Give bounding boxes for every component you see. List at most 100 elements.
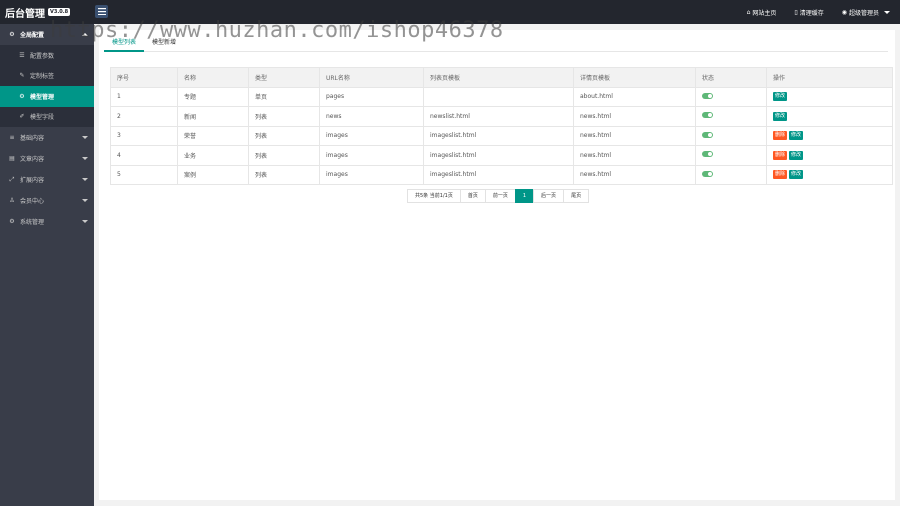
- app-title: 后台管理: [5, 8, 45, 20]
- table-header-row: 序号 名称 类型 URL名称 列表页模板 详情页模板 状态 操作: [110, 67, 893, 88]
- cell-status: [695, 164, 767, 185]
- version-badge: V3.0.8: [48, 8, 71, 16]
- next-page-button[interactable]: 后一页: [533, 189, 565, 203]
- cell-index: 3: [110, 125, 178, 146]
- cell-name: 专题: [177, 86, 249, 107]
- menu-toggle-button[interactable]: [95, 5, 108, 18]
- sidebar-item-system-manage[interactable]: ⚙ 系统管理: [0, 211, 94, 232]
- main-area: 模型列表 模型新增 序号 名称 类型 URL名称 列表页模板 详情页模板 状态 …: [94, 24, 900, 506]
- status-toggle[interactable]: [702, 151, 713, 158]
- cell-url: news: [319, 106, 424, 127]
- list-icon: ≡: [9, 134, 15, 141]
- chevron-down-icon: [82, 136, 88, 139]
- logo[interactable]: 后台管理 V3.0.8: [0, 0, 94, 24]
- cell-url: images: [319, 164, 424, 185]
- content-card: 模型列表 模型新增 序号 名称 类型 URL名称 列表页模板 详情页模板 状态 …: [99, 30, 895, 500]
- col-header-index: 序号: [110, 67, 178, 88]
- cell-list-template: imageslist.html: [423, 164, 574, 185]
- cog-icon: ⚙: [19, 92, 25, 100]
- tab-model-list[interactable]: 模型列表: [104, 36, 145, 52]
- expand-icon: ⤢: [9, 175, 15, 183]
- cell-list-template: [423, 86, 574, 107]
- sidebar-item-label: 基础内容: [20, 135, 45, 142]
- cell-url: pages: [319, 86, 424, 107]
- cell-actions: 修改: [766, 86, 893, 107]
- col-header-name: 名称: [177, 67, 249, 88]
- status-toggle[interactable]: [702, 131, 713, 138]
- tab-model-add[interactable]: 模型新增: [144, 36, 184, 52]
- cell-type: 单页: [248, 86, 320, 107]
- sidebar-item-extended-content[interactable]: ⤢ 扩展内容: [0, 169, 94, 190]
- cell-type: 列表: [248, 106, 320, 127]
- status-toggle[interactable]: [702, 92, 713, 99]
- current-page-button[interactable]: 1: [514, 189, 535, 203]
- edit-button[interactable]: 修改: [773, 111, 788, 121]
- gear-icon: ⚙: [9, 218, 15, 225]
- cell-index: 1: [110, 86, 178, 107]
- cell-index: 2: [110, 106, 178, 127]
- delete-button[interactable]: 删除: [773, 131, 788, 141]
- sidebar-item-article-content[interactable]: ▤ 文章内容: [0, 148, 94, 169]
- cell-list-template: newslist.html: [423, 106, 574, 127]
- user-icon: ◉: [841, 8, 847, 16]
- edit-button[interactable]: 修改: [789, 131, 804, 141]
- col-header-actions: 操作: [766, 67, 893, 88]
- table-row: 5 案例 列表 images imageslist.html news.html…: [110, 164, 893, 185]
- cell-url: images: [319, 145, 424, 166]
- sidebar-item-model-fields[interactable]: ✐ 模型字段: [0, 107, 94, 128]
- admin-user-menu[interactable]: ◉ 超级管理员: [842, 8, 890, 17]
- cell-actions: 删除 修改: [766, 164, 893, 185]
- sidebar-item-basic-content[interactable]: ≡ 基础内容: [0, 127, 94, 148]
- table-row: 1 专题 单页 pages about.html 修改: [110, 86, 893, 107]
- cell-detail-template: news.html: [573, 125, 696, 146]
- cell-name: 新闻: [177, 106, 249, 127]
- sliders-icon: ☰: [19, 51, 25, 59]
- wrench-icon: ✎: [19, 72, 25, 80]
- delete-button[interactable]: 删除: [773, 150, 788, 160]
- cell-list-template: imageslist.html: [423, 125, 574, 146]
- status-toggle[interactable]: [702, 112, 713, 119]
- cell-detail-template: news.html: [573, 164, 696, 185]
- sidebar-submenu: ☰ 配置参数 ✎ 定制标签 ⚙ 模型管理 ✐ 模型字段: [0, 45, 94, 127]
- cell-detail-template: news.html: [573, 106, 696, 127]
- sidebar-item-member-center[interactable]: ♙ 会员中心: [0, 190, 94, 211]
- table-row: 3 荣誉 列表 images imageslist.html news.html…: [110, 125, 893, 146]
- chevron-down-icon: [82, 220, 88, 223]
- edit-button[interactable]: 修改: [789, 170, 804, 180]
- first-page-button[interactable]: 首页: [459, 189, 486, 203]
- table-row: 4 业务 列表 images imageslist.html news.html…: [110, 145, 893, 166]
- site-home-link[interactable]: ⌂ 网站主页: [747, 8, 777, 17]
- trash-icon: ▯: [794, 8, 798, 16]
- table-row: 2 新闻 列表 news newslist.html news.html 修改: [110, 106, 893, 127]
- sidebar-item-label: 会员中心: [20, 198, 45, 205]
- edit-button[interactable]: 修改: [773, 92, 788, 102]
- delete-button[interactable]: 删除: [773, 170, 788, 180]
- edit-icon: ✐: [19, 113, 25, 121]
- sidebar-item-config-params[interactable]: ☰ 配置参数: [0, 45, 94, 66]
- gear-icon: ⚙: [9, 31, 15, 38]
- cell-actions: 删除 修改: [766, 145, 893, 166]
- sidebar: ⚙ 全局配置 ☰ 配置参数 ✎ 定制标签 ⚙ 模型管理 ✐ 模型字段 ≡ 基础内…: [0, 24, 94, 506]
- clear-cache-label: 清理缓存: [799, 9, 824, 17]
- clear-cache-link[interactable]: ▯ 清理缓存: [794, 8, 823, 17]
- home-icon: ⌂: [746, 8, 751, 16]
- status-toggle[interactable]: [702, 170, 713, 177]
- sidebar-group-global-config[interactable]: ⚙ 全局配置: [0, 24, 94, 45]
- last-page-button[interactable]: 尾页: [563, 189, 590, 203]
- sidebar-item-model-manage[interactable]: ⚙ 模型管理: [0, 86, 94, 107]
- cell-status: [695, 106, 767, 127]
- col-header-detail-template: 详情页模板: [573, 67, 696, 88]
- sidebar-item-label: 模型字段: [30, 114, 55, 122]
- sidebar-item-custom-tags[interactable]: ✎ 定制标签: [0, 66, 94, 87]
- col-header-status: 状态: [695, 67, 767, 88]
- cell-detail-template: about.html: [573, 86, 696, 107]
- prev-page-button[interactable]: 前一页: [484, 189, 516, 203]
- chevron-down-icon: [82, 199, 88, 202]
- cell-status: [695, 145, 767, 166]
- cell-detail-template: news.html: [573, 145, 696, 166]
- sidebar-item-label: 定制标签: [30, 73, 55, 81]
- edit-button[interactable]: 修改: [789, 150, 804, 160]
- tab-bar: 模型列表 模型新增: [104, 36, 888, 52]
- chevron-down-icon: [884, 10, 890, 14]
- chevron-down-icon: [82, 178, 88, 181]
